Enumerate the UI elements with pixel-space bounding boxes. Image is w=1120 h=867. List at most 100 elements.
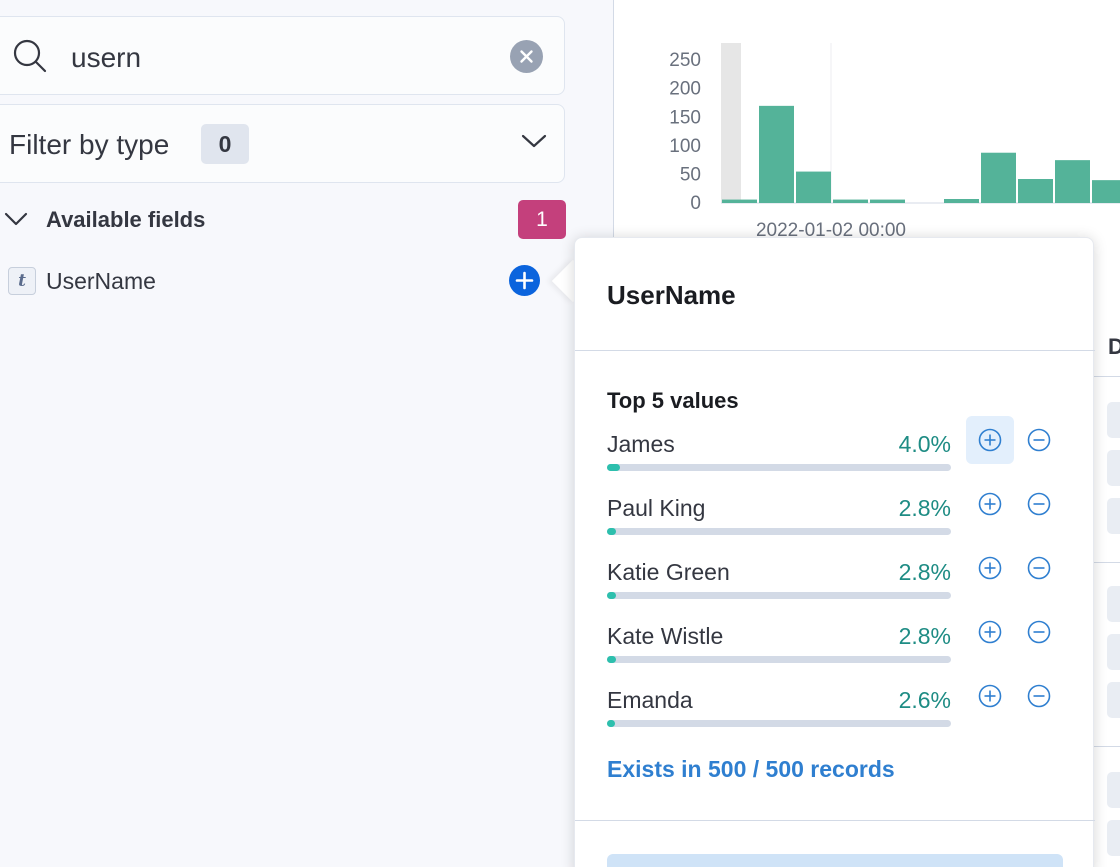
histogram-bar[interactable] <box>1018 179 1053 203</box>
minus-circle-icon <box>1027 492 1051 516</box>
cell-chip <box>1107 450 1120 486</box>
cell-chip <box>1107 820 1120 856</box>
filter-out-value-button[interactable] <box>1015 480 1063 528</box>
highlight-band <box>721 43 741 203</box>
cell-chip <box>1107 402 1120 438</box>
histogram-bar[interactable] <box>722 199 757 203</box>
minus-circle-icon <box>1027 620 1051 644</box>
minus-circle-icon <box>1027 556 1051 580</box>
plus-circle-icon <box>978 620 1002 644</box>
filter-out-value-button[interactable] <box>1015 608 1063 656</box>
string-type-icon: t <box>8 267 36 295</box>
cell-chip <box>1107 634 1120 670</box>
add-field-icon[interactable] <box>509 265 540 296</box>
y-tick-label: 200 <box>669 79 701 100</box>
visualize-button[interactable] <box>607 854 1063 867</box>
histogram-bar[interactable] <box>981 152 1016 203</box>
value-name: Kate Wistle <box>607 623 724 649</box>
available-fields-count-badge: 1 <box>518 200 566 239</box>
filter-by-type-button[interactable]: Filter by type 0 <box>0 104 565 183</box>
magnifier-icon <box>13 39 47 73</box>
y-tick-label: 150 <box>669 107 701 128</box>
value-name: Emanda <box>607 687 693 713</box>
y-tick-label: 0 <box>690 193 701 214</box>
cell-chip <box>1107 772 1120 808</box>
value-name: James <box>607 431 675 457</box>
divider <box>575 820 1095 821</box>
cell-chip <box>1107 586 1120 622</box>
value-name: Paul King <box>607 495 706 521</box>
divider <box>1093 746 1120 747</box>
histogram-bar[interactable] <box>1055 160 1090 203</box>
filter-for-value-button[interactable] <box>966 608 1014 656</box>
popover-title: UserName <box>607 280 736 310</box>
top-values-heading: Top 5 values <box>607 388 739 413</box>
value-percent: 2.8% <box>898 559 951 585</box>
value-progress-bar <box>607 656 951 663</box>
chevron-down-icon <box>4 212 28 226</box>
available-fields-label: Available fields <box>46 207 206 232</box>
top-value-row: Kate Wistle 2.8% <box>607 620 1067 673</box>
histogram-chart: 250 200 150 100 50 0 2022-01-02 00:00 <box>615 0 1120 250</box>
y-tick-label: 50 <box>680 164 701 185</box>
filter-for-value-button[interactable] <box>966 544 1014 592</box>
cell-chip <box>1107 498 1120 534</box>
value-progress-fill <box>607 528 616 535</box>
value-progress-bar <box>607 720 951 727</box>
field-item-username[interactable]: t UserName <box>0 262 560 300</box>
top-value-row: Emanda 2.6% <box>607 684 1067 737</box>
filter-out-value-button[interactable] <box>1015 544 1063 592</box>
value-percent: 2.8% <box>898 495 951 521</box>
value-progress-bar <box>607 592 951 599</box>
top-value-row: James 4.0% <box>607 416 1067 481</box>
value-percent: 2.8% <box>898 623 951 649</box>
y-tick-label: 100 <box>669 136 701 157</box>
divider <box>1093 376 1120 377</box>
minus-circle-icon <box>1027 684 1051 708</box>
filter-for-value-button[interactable] <box>966 480 1014 528</box>
divider <box>575 350 1095 351</box>
available-fields-toggle[interactable]: Available fields 1 <box>0 200 566 240</box>
plus-circle-icon <box>978 556 1002 580</box>
histogram-bar[interactable] <box>759 105 794 203</box>
filter-for-value-button[interactable] <box>966 416 1014 464</box>
histogram-bar[interactable] <box>944 199 979 203</box>
search-value: usern <box>71 42 142 73</box>
histogram-bar[interactable] <box>1092 180 1120 203</box>
column-header-partial: D <box>1108 334 1120 359</box>
clear-search-icon[interactable] <box>510 40 543 73</box>
filter-count-badge: 0 <box>201 124 249 164</box>
document-table-edge: D <box>1093 310 1120 867</box>
exists-in-records-link[interactable]: Exists in 500 / 500 records <box>607 756 895 783</box>
filter-out-value-button[interactable] <box>1015 416 1063 464</box>
plus-circle-icon <box>978 684 1002 708</box>
chevron-down-icon <box>521 134 547 148</box>
filter-by-type-label: Filter by type <box>9 129 170 160</box>
filter-out-value-button[interactable] <box>1015 672 1063 720</box>
value-progress-fill <box>607 720 615 727</box>
histogram-bar[interactable] <box>796 171 831 203</box>
divider <box>1093 562 1120 563</box>
value-percent: 2.6% <box>898 687 951 713</box>
value-progress-bar <box>607 464 951 471</box>
value-progress-bar <box>607 528 951 535</box>
field-search-input[interactable]: usern <box>0 16 565 95</box>
value-name: Katie Green <box>607 559 730 585</box>
value-progress-fill <box>607 656 616 663</box>
top-value-row: Katie Green 2.8% <box>607 556 1067 609</box>
value-progress-fill <box>607 592 616 599</box>
plus-circle-icon <box>978 492 1002 516</box>
minus-circle-icon <box>1027 428 1051 452</box>
y-tick-label: 250 <box>669 50 701 71</box>
plus-circle-icon <box>978 428 1002 452</box>
value-progress-fill <box>607 464 620 471</box>
field-name: UserName <box>46 268 156 294</box>
top-value-row: Paul King 2.8% <box>607 492 1067 545</box>
histogram-bar[interactable] <box>833 199 868 203</box>
cell-chip <box>1107 682 1120 718</box>
field-sidebar: usern Filter by type 0 Available fields … <box>0 0 614 867</box>
field-details-popover: UserName Top 5 values James 4.0% Paul Ki… <box>574 237 1095 867</box>
value-percent: 4.0% <box>898 431 951 457</box>
histogram-bar[interactable] <box>870 199 905 203</box>
filter-for-value-button[interactable] <box>966 672 1014 720</box>
